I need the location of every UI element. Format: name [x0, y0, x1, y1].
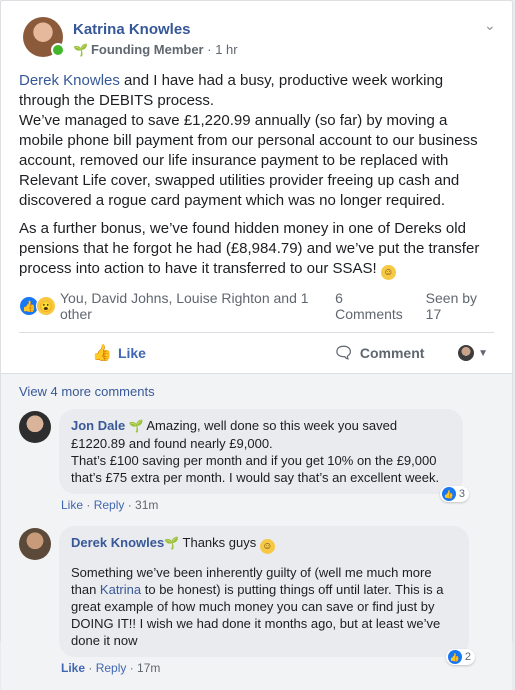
author-avatar[interactable] [23, 17, 65, 57]
comment-author[interactable]: Derek Knowles [71, 535, 164, 550]
comment-label: Comment [359, 345, 425, 361]
post-text: As a further bonus, we’ve found hidden m… [19, 220, 480, 277]
comment-reply-link[interactable]: Reply [96, 661, 127, 675]
like-reaction-icon: 👍 [441, 487, 456, 501]
comment-button[interactable]: 🗨 Comment [279, 343, 479, 363]
comment-item: Derek Knowles🌱 Thanks guys ☺ Something w… [19, 526, 500, 675]
post-text: We’ve managed to save £1,220.99 annually… [19, 112, 478, 209]
like-label: Like [117, 345, 146, 361]
sprout-icon: 🌱 [125, 419, 144, 433]
wow-reaction-icon: 😮 [36, 296, 56, 316]
reaction-count: 2 [464, 651, 471, 663]
grin-emoji-icon: ☺ [259, 539, 275, 554]
post-as-selector[interactable]: ▼ [458, 345, 488, 361]
post-meta: 🌱 Founding Member · 1 hr [73, 42, 238, 57]
commenter-avatar[interactable] [19, 528, 51, 560]
comment-bubble: Jon Dale 🌱 Amazing, well done so this we… [59, 409, 463, 494]
comment-text: Something we’ve been inherently guilty o… [71, 564, 457, 649]
comments-section: View 4 more comments Jon Dale 🌱 Amazing,… [1, 373, 512, 690]
comment-text: That’s £100 saving per month and if you … [71, 453, 440, 485]
comment-line: Thanks guys [179, 535, 260, 550]
comment-body: Derek Knowles🌱 Thanks guys ☺ Something w… [59, 526, 475, 675]
mention-link[interactable]: Derek Knowles [19, 72, 120, 89]
reaction-count: 3 [458, 488, 465, 500]
like-reaction-icon: 👍 [447, 650, 462, 664]
member-badge: Founding Member [90, 42, 204, 57]
meta-separator: · [203, 42, 216, 57]
comment-item: Jon Dale 🌱 Amazing, well done so this we… [19, 409, 500, 512]
comments-count[interactable]: 6 Comments [335, 290, 412, 322]
comment-body: Jon Dale 🌱 Amazing, well done so this we… [59, 409, 469, 512]
comment-author[interactable]: Jon Dale [71, 418, 125, 433]
comment-bubble: Derek Knowles🌱 Thanks guys ☺ Something w… [59, 526, 469, 657]
comment-time[interactable]: 31m [135, 498, 158, 512]
like-button[interactable]: 👍 Like [19, 343, 219, 363]
author-block: Katrina Knowles 🌱 Founding Member · 1 hr [73, 13, 238, 57]
comment-footer: Like · Reply · 17m [61, 661, 161, 675]
chevron-down-icon[interactable]: ⌄ [484, 17, 498, 33]
comment-like-link[interactable]: Like [61, 661, 85, 675]
comment-like-link[interactable]: Like [61, 498, 83, 512]
view-more-comments-link[interactable]: View 4 more comments [19, 384, 500, 399]
post-card: Katrina Knowles 🌱 Founding Member · 1 hr… [0, 0, 513, 690]
post: Katrina Knowles 🌱 Founding Member · 1 hr… [1, 1, 512, 373]
reaction-icons[interactable]: 👍 😮 [19, 296, 56, 316]
author-name[interactable]: Katrina Knowles [73, 21, 238, 38]
post-body: Derek Knowles and I have had a busy, pro… [19, 71, 494, 280]
comment-reaction-count[interactable]: 👍 2 [445, 649, 475, 665]
post-paragraph-2: As a further bonus, we’ve found hidden m… [19, 219, 494, 280]
post-paragraph-1: Derek Knowles and I have had a busy, pro… [19, 71, 494, 211]
viewer-avatar [458, 345, 475, 361]
online-status-indicator [51, 43, 65, 57]
post-actions: 👍 Like 🗨 Comment ▼ [19, 333, 494, 373]
comment-time[interactable]: 17m [137, 661, 160, 675]
comment-footer: Like · Reply · 31m [61, 498, 159, 512]
speech-bubble-icon: 🗨 [333, 345, 354, 362]
comment-reaction-count[interactable]: 👍 3 [439, 486, 469, 502]
seen-by-count[interactable]: Seen by 17 [426, 290, 494, 322]
commenter-avatar[interactable] [19, 411, 51, 443]
caret-down-icon: ▼ [478, 347, 488, 359]
reactors-list[interactable]: You, David Johns, Louise Righton and 1 o… [60, 290, 335, 322]
comment-text: Derek Knowles🌱 Thanks guys ☺ [71, 534, 457, 554]
post-stats: 6 Comments Seen by 17 [335, 290, 494, 322]
sprout-icon: 🌱 [73, 42, 88, 57]
post-time[interactable]: 1 hr [215, 42, 237, 57]
grin-emoji-icon: ☺ [380, 265, 396, 280]
comment-text: Jon Dale 🌱 Amazing, well done so this we… [71, 417, 451, 452]
sprout-icon: 🌱 [164, 536, 180, 550]
mention-link[interactable]: Katrina [100, 582, 141, 597]
comment-reply-link[interactable]: Reply [94, 498, 125, 512]
reactions-summary: 👍 😮 You, David Johns, Louise Righton and… [19, 290, 494, 333]
thumbs-up-icon: 👍 [92, 345, 112, 362]
post-header: Katrina Knowles 🌱 Founding Member · 1 hr… [19, 13, 496, 57]
